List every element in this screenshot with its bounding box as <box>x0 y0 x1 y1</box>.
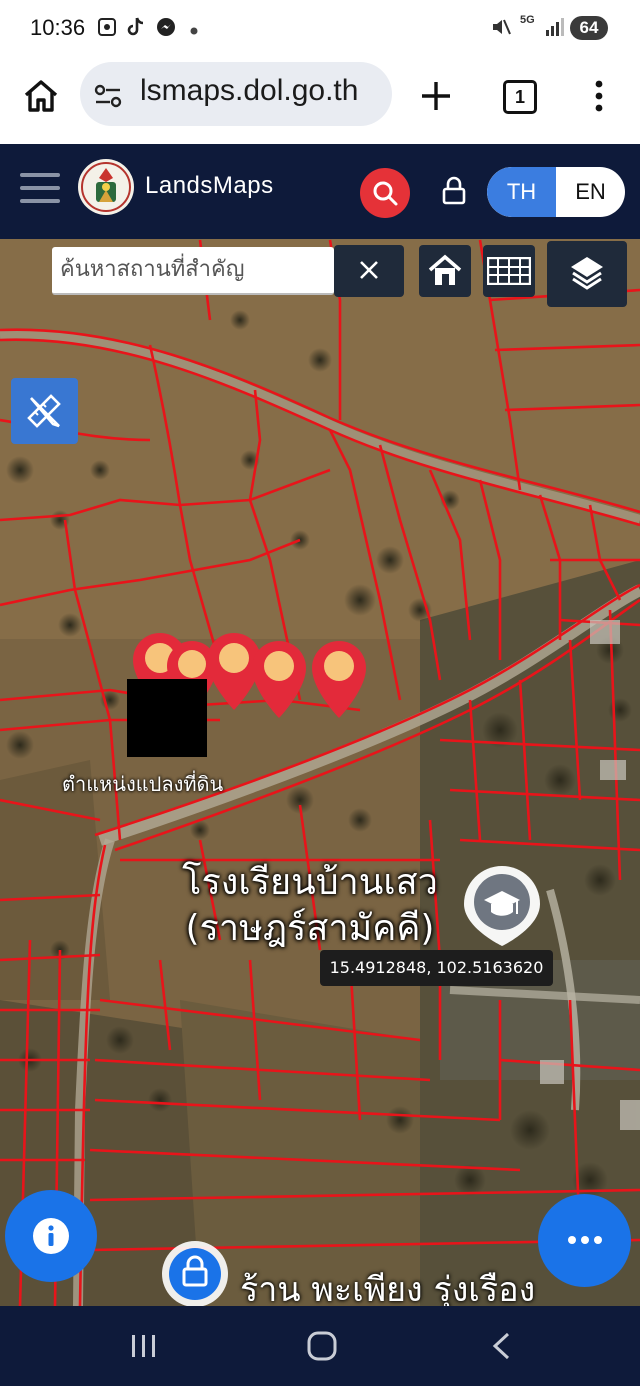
search-icon <box>373 181 398 206</box>
more-menu-icon[interactable] <box>590 78 608 119</box>
lang-th-button[interactable]: TH <box>487 167 556 217</box>
measure-tool-button[interactable] <box>11 378 78 444</box>
redaction-box <box>127 679 207 757</box>
lang-en-button[interactable]: EN <box>556 167 625 217</box>
search-placeholder: ค้นหาสถานที่สำคัญ <box>60 257 245 282</box>
home-icon[interactable] <box>22 78 60 119</box>
dol-seal-logo <box>77 158 135 221</box>
screenshot-icon <box>96 16 118 44</box>
messenger-icon <box>155 16 177 44</box>
brand-title: LandsMaps <box>145 172 274 199</box>
school-label-line2: (ราษฎร์สามัคคี) <box>185 908 435 949</box>
info-fab[interactable] <box>5 1190 97 1282</box>
new-tab-icon[interactable] <box>418 78 454 119</box>
tiktok-icon <box>126 16 146 44</box>
shop-marker-icon[interactable] <box>160 1239 230 1306</box>
house-icon <box>428 254 462 285</box>
info-icon <box>33 1218 69 1254</box>
more-horizontal-icon <box>568 1236 602 1244</box>
notification-dot-icon <box>189 20 199 42</box>
parcel-location-label: ตำแหน่งแปลงที่ดิน <box>62 772 224 796</box>
school-label-line1: โรงเรียนบ้านเสว <box>182 862 438 903</box>
mute-icon <box>490 16 512 44</box>
layers-icon <box>571 257 603 290</box>
more-options-fab[interactable] <box>538 1194 631 1287</box>
hamburger-menu-icon[interactable] <box>20 170 62 211</box>
recent-apps-icon[interactable] <box>130 1333 158 1364</box>
ruler-pencil-icon <box>27 394 61 428</box>
lock-icon[interactable] <box>441 176 467 211</box>
coordinate-readout: 15.4912848, 102.5163620 <box>320 950 553 986</box>
tab-switcher-button[interactable]: 1 <box>503 80 537 114</box>
place-search-input[interactable]: ค้นหาสถานที่สำคัญ <box>52 247 334 295</box>
signal-icon <box>544 16 566 44</box>
close-icon <box>360 261 378 279</box>
url-text[interactable]: lsmaps.dol.go.th <box>140 74 385 108</box>
layers-button[interactable] <box>547 241 627 307</box>
site-settings-icon[interactable] <box>94 84 122 113</box>
network-type: 5G <box>520 14 535 26</box>
clear-search-button[interactable] <box>334 245 404 297</box>
battery-indicator: 64 <box>570 16 608 40</box>
language-toggle: TH EN <box>487 167 625 217</box>
grid-button[interactable] <box>483 245 535 297</box>
grid-icon <box>487 257 531 285</box>
school-name-label: โรงเรียนบ้านเสว (ราษฎร์สามัคคี) <box>140 860 480 952</box>
search-button[interactable] <box>360 168 410 218</box>
status-bar: 10:36 5G 64 <box>0 0 640 58</box>
back-nav-icon[interactable] <box>490 1332 512 1365</box>
home-nav-icon[interactable] <box>307 1331 337 1366</box>
home-map-button[interactable] <box>419 245 471 297</box>
status-time: 10:36 <box>30 15 86 40</box>
